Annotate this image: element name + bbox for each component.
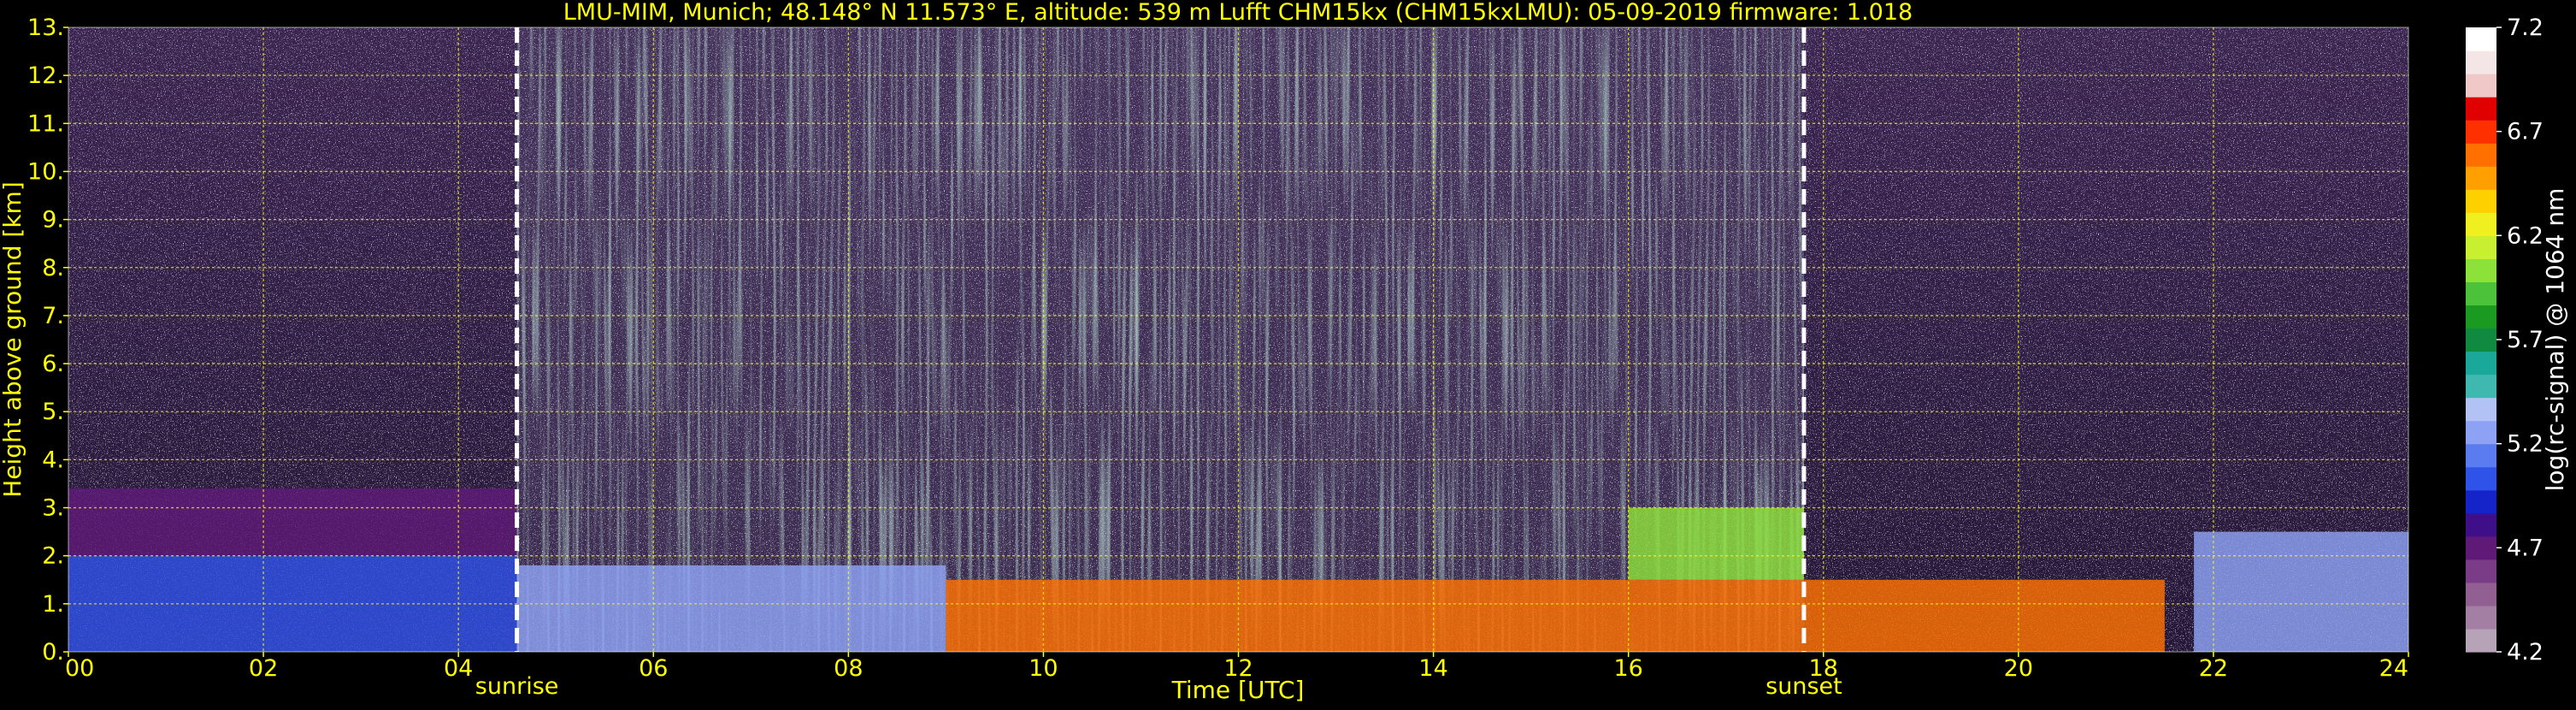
colorbar-tick-label: 4.2 (2507, 639, 2544, 666)
signal-layer (2194, 531, 2408, 652)
x-tick-label: 08 (834, 655, 863, 682)
colorbar-segment (2466, 258, 2496, 283)
colorbar-segment (2466, 74, 2496, 98)
y-tick-label: 13. (27, 15, 64, 41)
y-tick-label: 6. (42, 351, 64, 377)
y-tick-label: 9. (42, 207, 64, 234)
colorbar-segment (2466, 97, 2496, 121)
signal-layer (68, 488, 517, 556)
colorbar-segment (2466, 120, 2496, 144)
colorbar-segment (2466, 305, 2496, 329)
daylight-noise-stripes (516, 27, 1804, 652)
signal-layer (516, 565, 946, 652)
y-axis-label: Height above ground [km] (0, 181, 27, 498)
x-tick-label: 16 (1613, 655, 1642, 682)
colorbar-segment (2466, 397, 2496, 422)
backscatter-heatmap-chart: sunrise sunset 00 02 04 06 08 10 12 14 16 18 20 22 24… (0, 0, 2569, 704)
y-tick-label: 4. (42, 447, 64, 473)
colorbar-tick-label: 5.2 (2507, 431, 2544, 458)
y-tick-label: 1. (42, 591, 64, 618)
y-tick-label: 11. (27, 110, 64, 137)
x-tick-label: 22 (2199, 655, 2228, 682)
colorbar-segment (2466, 166, 2496, 190)
x-tick-label: 06 (639, 655, 668, 682)
y-tick-label: 5. (42, 399, 64, 425)
colorbar-label: log(rc-signal) @ 1064 nm (2541, 188, 2569, 492)
colorbar-segment (2466, 235, 2496, 259)
colorbar-segment (2466, 628, 2496, 653)
y-tick-label: 0. (42, 639, 64, 666)
colorbar-segment (2466, 143, 2496, 167)
y-tick-label: 8. (42, 255, 64, 281)
colorbar-tick-label: 5.7 (2507, 327, 2544, 353)
lidar-ceilometer-quicklook: sunrise sunset 00 02 04 06 08 10 12 14 16 18 20 22 24… (0, 0, 2576, 707)
y-tick-label: 2. (42, 543, 64, 570)
colorbar-tick-label: 7.2 (2507, 15, 2544, 41)
x-tick-label: 20 (2004, 655, 2033, 682)
sunrise-label: sunrise (475, 673, 559, 700)
y-tick-label: 3. (42, 495, 64, 522)
x-axis-label: Time [UTC] (1171, 676, 1305, 704)
colorbar-segment (2466, 559, 2496, 583)
colorbar-segment (2466, 374, 2496, 399)
colorbar-segment (2466, 50, 2496, 74)
colorbar-segment (2466, 489, 2496, 514)
colorbar-segment (2466, 420, 2496, 445)
chart-title: LMU-MIM, Munich; 48.148° N 11.573° E, al… (563, 0, 1913, 26)
colorbar-tick-label: 4.7 (2507, 535, 2544, 561)
x-tick-label: 18 (1809, 655, 1838, 682)
colorbar-segment (2466, 212, 2496, 236)
x-tick-label: 10 (1029, 655, 1058, 682)
colorbar-segment (2466, 328, 2496, 352)
y-tick-label: 12. (27, 62, 64, 89)
colorbar-segment (2466, 582, 2496, 606)
colorbar-segment (2466, 512, 2496, 537)
colorbar-segment (2466, 189, 2496, 213)
colorbar-segment (2466, 351, 2496, 376)
colorbar-segment (2466, 535, 2496, 560)
colorbar-segment (2466, 443, 2496, 468)
x-tick-label: 24 (2379, 655, 2408, 682)
x-tick-label: 00 (65, 655, 94, 682)
y-tick-label: 7. (42, 303, 64, 329)
signal-layer (946, 579, 2165, 652)
x-tick-label: 02 (249, 655, 278, 682)
signal-layer (1628, 507, 1804, 580)
x-tick-label: 14 (1418, 655, 1447, 682)
colorbar-segment (2466, 281, 2496, 306)
colorbar-segment (2466, 466, 2496, 491)
y-tick-label: 10. (27, 158, 64, 185)
colorbar-segment (2466, 27, 2496, 51)
colorbar-tick-label: 6.2 (2507, 222, 2544, 249)
x-tick-label: 04 (444, 655, 473, 682)
colorbar-segment (2466, 605, 2496, 630)
colorbar-tick-label: 6.7 (2507, 119, 2544, 145)
